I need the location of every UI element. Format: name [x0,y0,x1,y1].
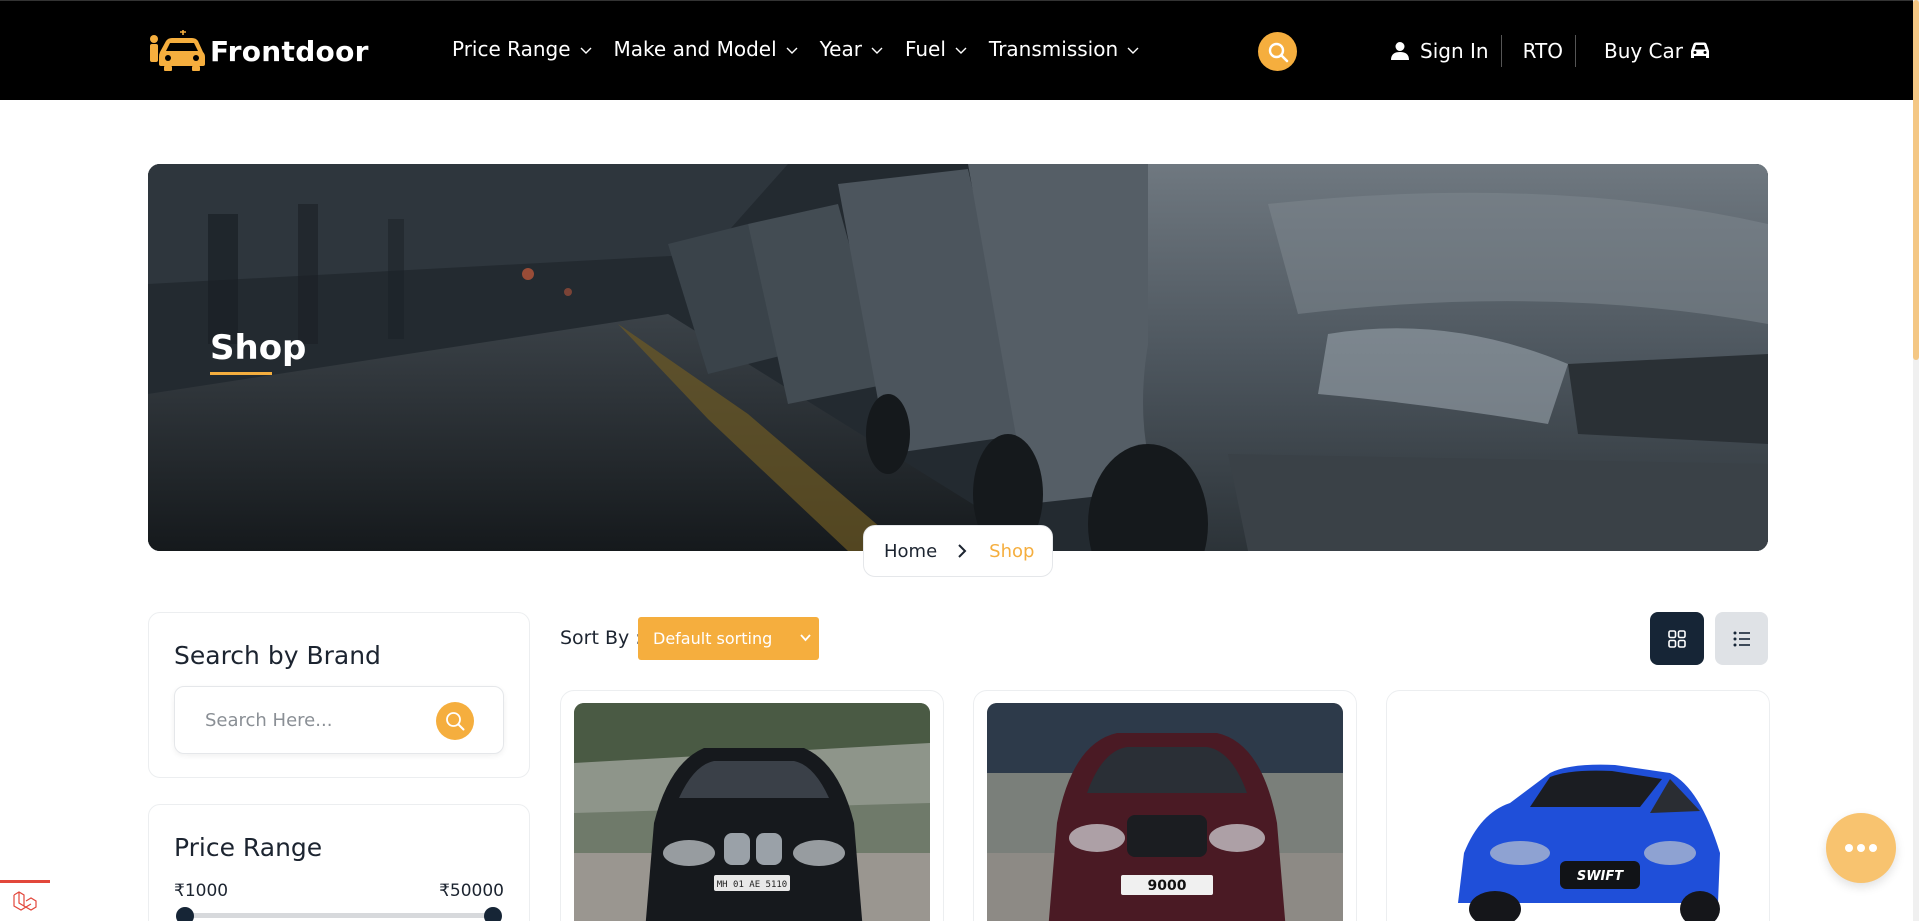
product-card: MH 01 AE 5110 [560,690,944,921]
plate-text: MH 01 AE 5110 [717,880,787,890]
chat-widget-button[interactable] [1826,813,1896,883]
chevron-down-icon [1127,47,1139,54]
plate-text: 9000 [1148,878,1187,894]
top-navbar: Frontdoor Price Range Make and Model Yea… [0,0,1919,100]
scrollbar-thumb[interactable] [1913,0,1919,360]
brand-search-button[interactable] [436,702,474,740]
product-image-link[interactable]: 9000 [987,703,1343,921]
car-factory-photo [148,164,1768,551]
chevron-down-icon [955,47,967,54]
nav-label: Year [819,37,862,61]
product-image-link[interactable]: SWIFT [1400,703,1756,921]
rto-link[interactable]: RTO [1502,35,1576,67]
header-search-button[interactable] [1258,32,1297,71]
black-sedan-photo: MH 01 AE 5110 [574,703,930,921]
sign-in-label: Sign In [1420,39,1489,63]
price-range-card: Price Range ₹1000 ₹50000 [148,804,530,921]
hero-banner: Shop [148,164,1768,551]
product-card: SWIFT [1386,690,1770,921]
brand-search-box [174,686,504,754]
brand-name: Frontdoor [210,34,369,68]
nav-transmission[interactable]: Transmission [989,37,1139,61]
chevron-down-icon [580,47,592,54]
chevron-down-icon [800,634,811,642]
price-max-label: ₹50000 [439,881,504,901]
chevron-down-icon [786,47,798,54]
slider-max-handle[interactable] [484,907,502,921]
chat-dots-icon [1845,844,1877,852]
slider-min-handle[interactable] [176,907,194,921]
sort-select[interactable]: Default sorting [638,617,819,660]
brand-search-card: Search by Brand [148,612,530,778]
nav-fuel[interactable]: Fuel [905,37,967,61]
nav-year[interactable]: Year [820,37,883,61]
nav-label: Price Range [452,37,571,61]
brand-search-input[interactable] [205,709,425,731]
maroon-sedan-photo: 9000 [987,703,1343,921]
search-icon [1268,42,1288,62]
laravel-icon [13,891,37,911]
debugbar-toggle[interactable] [0,880,50,921]
nav-make-and-model[interactable]: Make and Model [614,37,798,61]
page-title: Shop [210,328,307,368]
chevron-right-icon [958,544,967,558]
product-image-link[interactable]: MH 01 AE 5110 [574,703,930,921]
sign-in-link[interactable]: Sign In [1390,35,1502,67]
brand-logo[interactable]: Frontdoor [146,30,369,72]
breadcrumb-home[interactable]: Home [884,541,937,562]
price-range-slider[interactable] [176,907,502,921]
slider-fill [185,913,493,918]
breadcrumb: Home Shop [863,525,1053,577]
price-min-label: ₹1000 [174,881,229,901]
user-icon [1391,42,1409,60]
page-scrollbar[interactable] [1913,0,1919,921]
sort-label: Sort By : [560,627,642,649]
price-range-title: Price Range [174,833,323,862]
grid-view-button[interactable] [1650,612,1704,665]
product-card: 9000 [973,690,1357,921]
blue-hatchback-photo: SWIFT [1400,703,1756,921]
main-nav: Price Range Make and Model Year Fuel Tra… [452,37,1161,61]
account-nav: Sign In RTO Buy Car [1390,35,1711,67]
buy-car-label: Buy Car [1603,39,1684,63]
search-icon [446,712,465,731]
brand-search-title: Search by Brand [174,641,381,670]
sort-value: Default sorting [653,629,773,648]
nav-label: Transmission [988,37,1119,61]
list-view-icon [1733,631,1750,646]
title-underline [210,372,272,375]
breadcrumb-current: Shop [989,540,1035,562]
car-logo-icon [150,30,205,71]
list-view-button[interactable] [1715,612,1768,665]
car-icon [1691,42,1710,58]
nav-label: Fuel [904,37,946,61]
chevron-down-icon [871,47,883,54]
nav-label: Make and Model [613,37,777,61]
nav-price-range[interactable]: Price Range [452,37,592,61]
buy-car-link[interactable]: Buy Car [1576,39,1711,63]
grid-view-icon [1668,629,1686,648]
plate-text: SWIFT [1577,869,1624,884]
